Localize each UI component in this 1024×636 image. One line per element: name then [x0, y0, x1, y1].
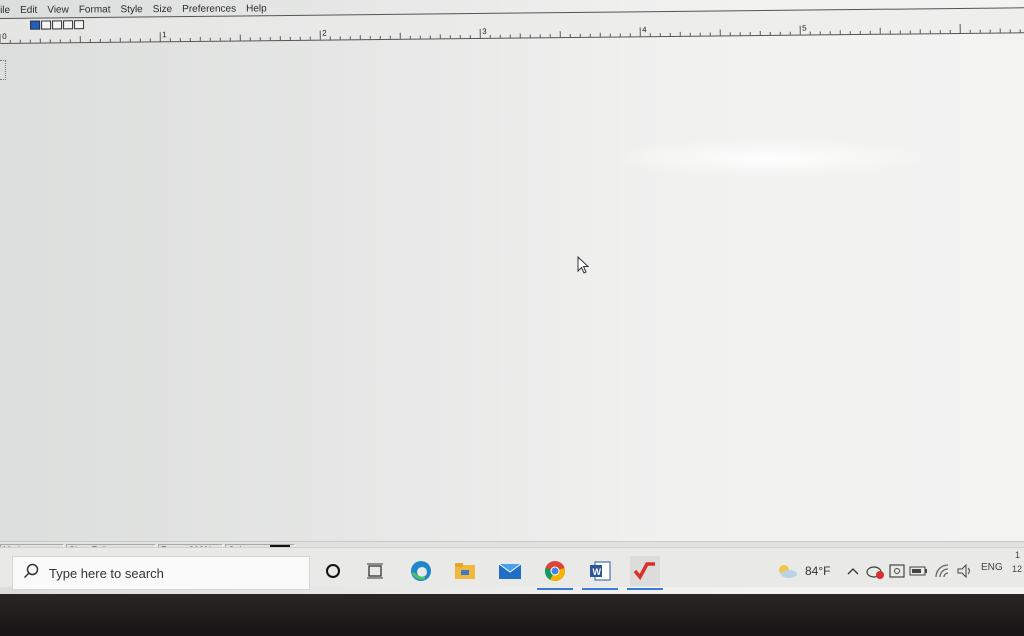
menu-file[interactable]: ile: [0, 4, 15, 15]
ruler-label: 0: [2, 32, 7, 41]
menu-preferences[interactable]: Preferences: [177, 3, 241, 14]
word-icon[interactable]: W: [582, 556, 618, 590]
taskbar: Type here to search W 84°F ENG 1 12: [0, 547, 1024, 590]
mathtype-active-indicator: [627, 588, 663, 590]
ruler-label: 1: [162, 30, 167, 39]
svg-text:W: W: [593, 567, 602, 577]
search-placeholder: Type here to search: [49, 565, 164, 581]
file-explorer-icon[interactable]: [450, 556, 480, 586]
search-icon: [23, 563, 39, 584]
volume-icon[interactable]: [950, 556, 980, 586]
weather-temperature[interactable]: 84°F: [805, 564, 830, 578]
ruler-label: 5: [802, 24, 807, 33]
ruler-label: 3: [482, 27, 487, 36]
weather-icon[interactable]: [772, 556, 802, 586]
mathtype-window: ile Edit View Format Style Size Preferen…: [0, 0, 1024, 594]
ruler-label: 4: [642, 25, 647, 34]
insertion-slot[interactable]: [0, 60, 6, 80]
word-active-indicator: [582, 588, 618, 590]
menu-view[interactable]: View: [42, 4, 74, 15]
menu-size[interactable]: Size: [148, 3, 178, 14]
edge-icon[interactable]: [406, 556, 436, 586]
menu-edit[interactable]: Edit: [15, 4, 42, 15]
taskbar-search[interactable]: Type here to search: [12, 556, 310, 590]
clock-date[interactable]: 12: [1012, 564, 1022, 574]
chrome-active-indicator: [537, 588, 573, 590]
menu-help[interactable]: Help: [241, 3, 272, 14]
menu-format[interactable]: Format: [74, 4, 116, 15]
mouse-pointer-icon: [577, 255, 591, 281]
mail-icon[interactable]: [495, 556, 525, 586]
screen-glare: [610, 138, 930, 178]
task-view-icon[interactable]: [360, 556, 390, 586]
clock-time[interactable]: 1: [1015, 550, 1020, 560]
ruler-label: 2: [322, 29, 327, 38]
chrome-icon[interactable]: [537, 556, 573, 590]
monitor-bezel: [0, 594, 1024, 636]
menu-style[interactable]: Style: [115, 4, 147, 15]
language-indicator[interactable]: ENG: [981, 562, 1003, 573]
cortana-icon[interactable]: [318, 556, 348, 586]
mathtype-icon[interactable]: [627, 556, 663, 590]
